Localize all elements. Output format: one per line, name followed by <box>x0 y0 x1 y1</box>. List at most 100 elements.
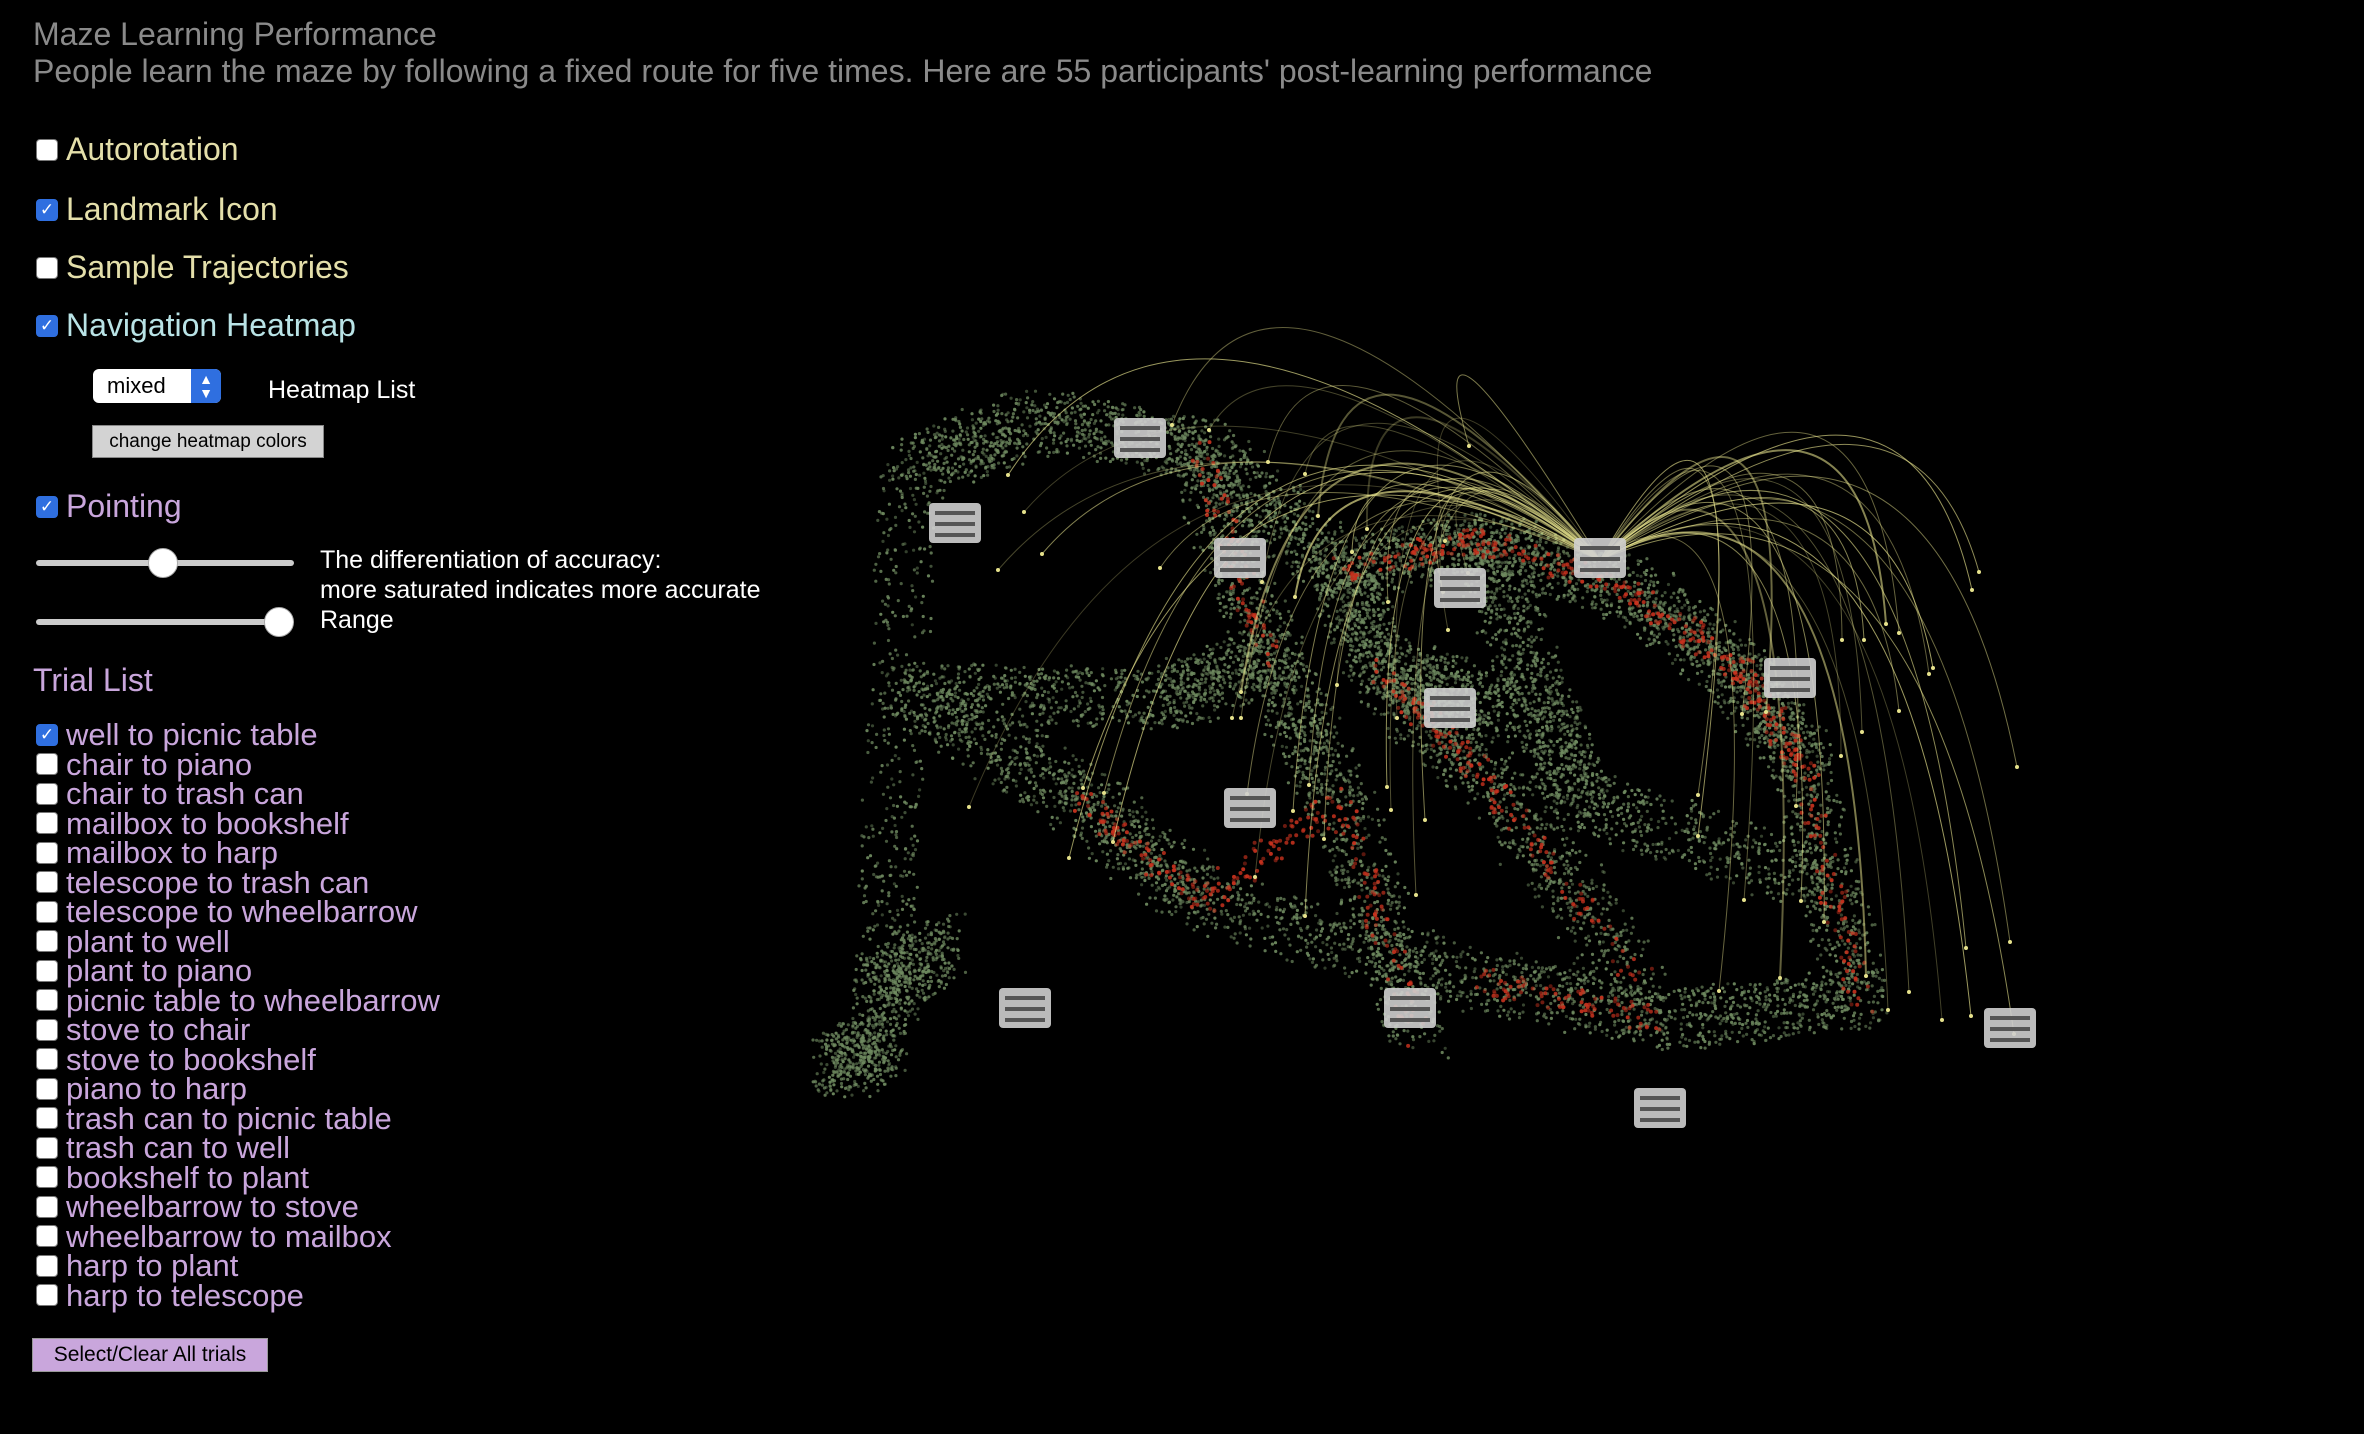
trial-item[interactable]: wheelbarrow to mailbox <box>36 1221 440 1252</box>
accuracy-text-1: The differentiation of accuracy: <box>320 546 662 574</box>
trial-label: harp to telescope <box>66 1277 304 1313</box>
trial-label: well to picnic table <box>66 717 318 753</box>
sample-trajectories-checkbox[interactable] <box>36 256 58 279</box>
range-slider-track <box>36 619 294 625</box>
trial-item[interactable]: stove to chair <box>36 1012 440 1048</box>
trial-item[interactable]: picnic table to wheelbarrow <box>36 982 440 1018</box>
trial-checkbox[interactable] <box>36 1107 58 1130</box>
autorotation-label: Autorotation <box>66 131 239 167</box>
trial-label: stove to chair <box>66 1012 251 1048</box>
autorotation-checkbox[interactable] <box>36 138 58 161</box>
trial-checkbox[interactable] <box>36 1048 58 1071</box>
trial-checkbox[interactable] <box>36 1136 58 1159</box>
trial-item[interactable]: mailbox to harp <box>36 835 440 871</box>
trial-item[interactable]: chair to piano <box>36 746 440 782</box>
heatmap-select-value: mixed <box>107 373 166 398</box>
trial-label: chair to piano <box>66 746 253 782</box>
change-heatmap-colors-button[interactable]: change heatmap colors <box>92 425 324 458</box>
piano-icon <box>929 503 981 543</box>
landmark-icon-option[interactable]: Landmark Icon <box>36 191 278 228</box>
picnic-table-icon <box>1224 788 1276 828</box>
stove-icon <box>999 988 1051 1028</box>
trial-checkbox[interactable] <box>36 989 58 1012</box>
trial-item[interactable]: mailbox to bookshelf <box>36 805 440 841</box>
trial-item[interactable]: chair to trash can <box>36 776 440 812</box>
pointing-checkbox[interactable] <box>36 495 58 518</box>
telescope-icon <box>1634 1088 1686 1128</box>
trial-label: stove to bookshelf <box>66 1041 316 1077</box>
heatmap-green-points <box>811 389 1889 1099</box>
heatmap-list-label: Heatmap List <box>268 376 416 404</box>
trial-item[interactable]: plant to piano <box>36 953 440 989</box>
trial-list: well to picnic tablechair to pianochair … <box>36 717 440 1313</box>
maze-heatmap-visualization[interactable] <box>780 240 2200 1200</box>
trash-can-icon <box>1114 418 1166 458</box>
trial-checkbox[interactable] <box>36 723 58 746</box>
range-slider[interactable] <box>36 607 294 637</box>
trial-checkbox[interactable] <box>36 900 58 923</box>
well-icon <box>1574 538 1626 578</box>
trial-label: telescope to wheelbarrow <box>66 894 418 930</box>
trial-item[interactable]: harp to telescope <box>36 1277 440 1313</box>
page: Maze Learning Performance People learn t… <box>0 0 2364 1434</box>
trial-item[interactable]: piano to harp <box>36 1073 440 1104</box>
sample-trajectories-option[interactable]: Sample Trajectories <box>36 249 349 286</box>
trial-label: mailbox to harp <box>66 835 278 871</box>
trial-label: plant to piano <box>66 953 253 989</box>
harp-icon <box>1434 568 1486 608</box>
trial-item[interactable]: bookshelf to plant <box>36 1162 440 1193</box>
mailbox-icon <box>1984 1008 2036 1048</box>
trial-checkbox[interactable] <box>36 812 58 835</box>
trial-checkbox[interactable] <box>36 841 58 864</box>
trial-label: plant to well <box>66 923 230 959</box>
trial-checkbox[interactable] <box>36 1018 58 1041</box>
trial-label: trash can to well <box>66 1130 290 1166</box>
sample-trajectories-label: Sample Trajectories <box>66 249 349 285</box>
trial-label: picnic table to wheelbarrow <box>66 982 440 1018</box>
trial-label: telescope to trash can <box>66 864 370 900</box>
range-text: Range <box>320 606 394 634</box>
wheelbarrow-icon <box>1424 688 1476 728</box>
accuracy-slider-handle[interactable] <box>148 548 178 578</box>
trial-checkbox[interactable] <box>36 871 58 894</box>
navigation-heatmap-checkbox[interactable] <box>36 314 58 337</box>
trial-checkbox[interactable] <box>36 1166 58 1189</box>
trial-item[interactable]: wheelbarrow to stove <box>36 1189 440 1225</box>
navigation-heatmap-option[interactable]: Navigation Heatmap <box>36 307 356 344</box>
select-arrows-icon: ▲ ▼ <box>191 369 221 403</box>
trial-checkbox[interactable] <box>36 1195 58 1218</box>
trial-checkbox[interactable] <box>36 1254 58 1277</box>
trial-item[interactable]: telescope to trash can <box>36 864 440 900</box>
trial-checkbox[interactable] <box>36 1284 58 1307</box>
select-clear-all-button[interactable]: Select/Clear All trials <box>32 1338 268 1372</box>
trial-label: chair to trash can <box>66 776 304 812</box>
heatmap-select[interactable]: mixed ▲ ▼ <box>93 369 221 403</box>
range-slider-handle[interactable] <box>264 607 294 637</box>
accuracy-slider[interactable] <box>36 548 294 578</box>
plant-icon <box>1384 988 1436 1028</box>
bookshelf-icon <box>1214 538 1266 578</box>
trial-checkbox[interactable] <box>36 930 58 953</box>
trial-item[interactable]: trash can to well <box>36 1130 440 1166</box>
trial-item[interactable]: stove to bookshelf <box>36 1041 440 1077</box>
trial-checkbox[interactable] <box>36 782 58 805</box>
chair-icon <box>1764 658 1816 698</box>
accuracy-text-2: more saturated indicates more accurate <box>320 576 761 604</box>
autorotation-option[interactable]: Autorotation <box>36 131 239 168</box>
trial-item[interactable]: harp to plant <box>36 1250 440 1281</box>
landmark-icon-label: Landmark Icon <box>66 191 278 227</box>
pointing-option[interactable]: Pointing <box>36 488 182 525</box>
trial-item[interactable]: trash can to picnic table <box>36 1103 440 1134</box>
trial-label: wheelbarrow to stove <box>66 1189 359 1225</box>
trial-item[interactable]: telescope to wheelbarrow <box>36 894 440 930</box>
trial-item[interactable]: well to picnic table <box>36 717 440 753</box>
landmark-icon-checkbox[interactable] <box>36 198 58 221</box>
trial-checkbox[interactable] <box>36 959 58 982</box>
trial-checkbox[interactable] <box>36 1225 58 1248</box>
trial-item[interactable]: plant to well <box>36 923 440 959</box>
navigation-heatmap-label: Navigation Heatmap <box>66 307 356 343</box>
trial-checkbox[interactable] <box>36 753 58 776</box>
trial-label: mailbox to bookshelf <box>66 805 349 841</box>
trial-checkbox[interactable] <box>36 1077 58 1100</box>
page-title: Maze Learning Performance <box>33 16 437 52</box>
